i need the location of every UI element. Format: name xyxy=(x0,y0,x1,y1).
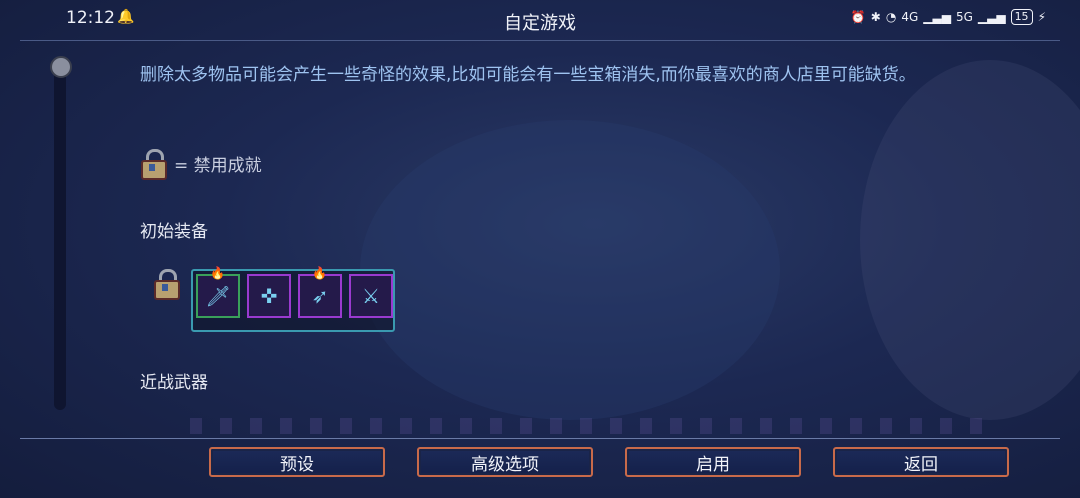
weapon-icons-row xyxy=(190,418,990,434)
scrollbar-track[interactable] xyxy=(54,60,66,410)
content-area: 删除太多物品可能会产生一些奇怪的效果,比如可能会有一些宝箱消失,而你最喜欢的商人… xyxy=(140,62,960,89)
gear-slot-2[interactable]: ✜ xyxy=(247,274,291,318)
dagger-icon: ⚔ xyxy=(362,284,380,308)
background-decoration xyxy=(360,120,780,420)
starting-gear-title: 初始装备 xyxy=(140,222,208,242)
flame-icon: 🔥 xyxy=(210,266,225,280)
background-decoration xyxy=(860,60,1080,420)
back-button[interactable]: 返回 xyxy=(833,447,1009,477)
cleaver-icon: 🗡 xyxy=(205,284,231,308)
alarm-icon: ⏰ xyxy=(850,10,866,24)
status-icons: ⏰ ✱ ◔ 4G ▁▃▅ 5G ▁▃▅ 15 ⚡ xyxy=(851,9,1046,25)
network-label: 4G xyxy=(901,10,919,24)
bow-icon: ➶ xyxy=(311,284,329,308)
bluetooth-icon: ✱ xyxy=(870,10,881,24)
starting-gear-lock-icon[interactable] xyxy=(153,268,180,300)
signal-icon: ▁▃▅ xyxy=(977,10,1006,24)
scrollbar-thumb[interactable] xyxy=(50,56,72,78)
cross-shield-icon: ✜ xyxy=(260,284,278,308)
status-bar: 12:12 🔔 自定游戏 ⏰ ✱ ◔ 4G ▁▃▅ 5G ▁▃▅ 15 ⚡ xyxy=(0,0,1080,38)
warning-text: 删除太多物品可能会产生一些奇怪的效果,比如可能会有一些宝箱消失,而你最喜欢的商人… xyxy=(140,65,916,85)
top-divider xyxy=(20,40,1060,41)
wifi-icon: ◔ xyxy=(885,10,897,24)
advanced-options-button[interactable]: 高级选项 xyxy=(417,447,593,477)
starting-gear-slots: 🔥 🗡 ✜ 🔥 ➶ ⚔ xyxy=(191,266,395,332)
charging-icon: ⚡ xyxy=(1037,10,1046,24)
gear-slot-1[interactable]: 🔥 🗡 xyxy=(196,266,240,318)
gear-slot-4[interactable]: ⚔ xyxy=(349,274,393,318)
gear-slot-3[interactable]: 🔥 ➶ xyxy=(298,266,342,318)
flame-icon: 🔥 xyxy=(312,266,327,280)
enable-button[interactable]: 启用 xyxy=(625,447,801,477)
lock-icon xyxy=(140,148,167,180)
battery-level: 15 xyxy=(1010,9,1033,25)
signal-icon: ▁▃▅ xyxy=(923,10,951,24)
melee-weapons-title: 近战武器 xyxy=(140,373,208,393)
lock-legend-label: = 禁用成就 xyxy=(174,155,262,176)
bottom-divider xyxy=(20,438,1060,439)
lock-legend: = 禁用成就 xyxy=(140,148,262,180)
network-label-2: 5G xyxy=(955,10,973,24)
preset-button[interactable]: 预设 xyxy=(209,447,385,477)
